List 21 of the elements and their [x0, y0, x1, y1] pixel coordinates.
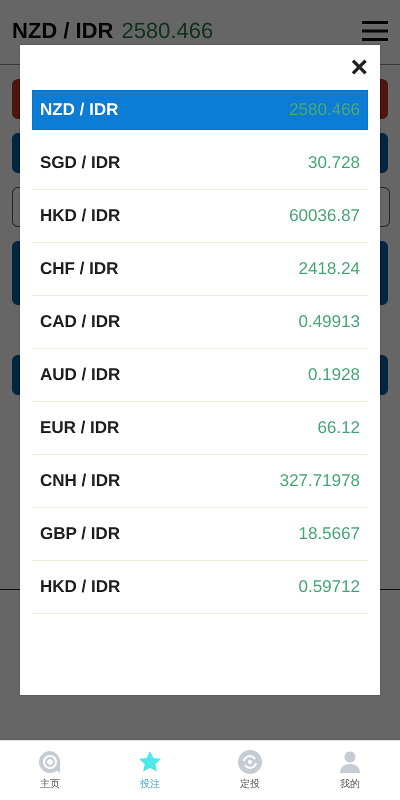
rate-list-item[interactable]: GBP / IDR 18.5667 [32, 508, 368, 561]
rate-list-item[interactable]: NZD / IDR 2580.466 [32, 90, 368, 130]
tab-item[interactable]: 主页 [0, 741, 100, 800]
rate-list-item[interactable]: CNH / IDR 327.71978 [32, 455, 368, 508]
star-icon [138, 750, 162, 774]
tab-item[interactable]: 定投 [200, 741, 300, 800]
rate-list-item[interactable]: HKD / IDR 0.59712 [32, 561, 368, 614]
target-icon [38, 750, 62, 774]
rate-list-item[interactable]: CHF / IDR 2418.24 [32, 243, 368, 296]
rate-list-item[interactable]: AUD / IDR 0.1928 [32, 349, 368, 402]
rate-value: 2580.466 [121, 18, 214, 44]
user-icon [338, 750, 362, 774]
tab-item[interactable]: 我的 [300, 741, 400, 800]
rate-list-item[interactable]: HKD / IDR 60036.87 [32, 190, 368, 243]
rate-list-item[interactable]: SGD / IDR 30.728 [32, 137, 368, 190]
close-button[interactable]: × [348, 53, 370, 90]
refresh-icon [238, 750, 262, 774]
pair-title: NZD / IDR [12, 18, 114, 44]
rate-list-item[interactable]: EUR / IDR 66.12 [32, 402, 368, 455]
rate-list-item[interactable]: CAD / IDR 0.49913 [32, 296, 368, 349]
menu-icon[interactable] [362, 21, 388, 41]
